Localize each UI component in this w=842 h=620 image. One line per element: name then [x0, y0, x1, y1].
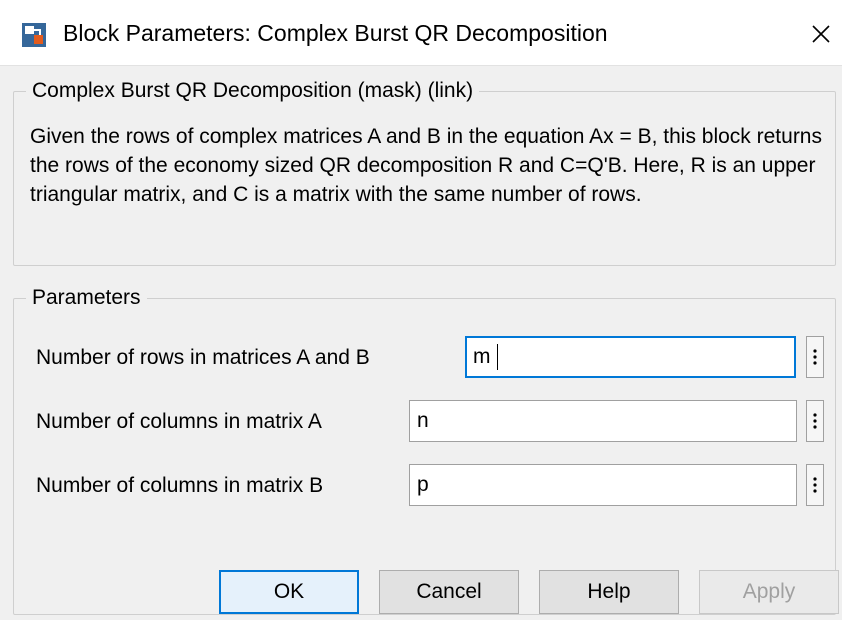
columns-a-input[interactable] — [409, 400, 797, 442]
text-cursor — [497, 344, 498, 370]
columns-a-label: Number of columns in matrix A — [36, 410, 322, 433]
parameters-group: Parameters — [13, 285, 836, 615]
title-bar: Block Parameters: Complex Burst QR Decom… — [0, 0, 842, 66]
rows-a-b-label: Number of rows in matrices A and B — [36, 346, 370, 369]
vertical-ellipsis-icon — [813, 413, 817, 429]
close-button[interactable] — [800, 14, 842, 54]
simulink-block-icon — [22, 23, 46, 47]
rows-a-b-menu-button[interactable] — [806, 336, 824, 378]
parameters-group-legend: Parameters — [32, 286, 141, 309]
help-button[interactable]: Help — [539, 570, 679, 614]
window-title: Block Parameters: Complex Burst QR Decom… — [63, 20, 608, 46]
ok-button[interactable]: OK — [219, 570, 359, 614]
vertical-ellipsis-icon — [813, 349, 817, 365]
apply-button[interactable]: Apply — [699, 570, 839, 614]
block-description: Given the rows of complex matrices A and… — [30, 125, 822, 206]
cancel-button[interactable]: Cancel — [379, 570, 519, 614]
columns-b-label: Number of columns in matrix B — [36, 474, 324, 497]
close-icon — [812, 25, 830, 43]
columns-b-input[interactable] — [409, 464, 797, 506]
columns-b-menu-button[interactable] — [806, 464, 824, 506]
columns-a-menu-button[interactable] — [806, 400, 824, 442]
description-group-legend: Complex Burst QR Decomposition (mask) (l… — [32, 79, 474, 102]
rows-a-b-input[interactable] — [465, 336, 796, 378]
vertical-ellipsis-icon — [813, 477, 817, 493]
